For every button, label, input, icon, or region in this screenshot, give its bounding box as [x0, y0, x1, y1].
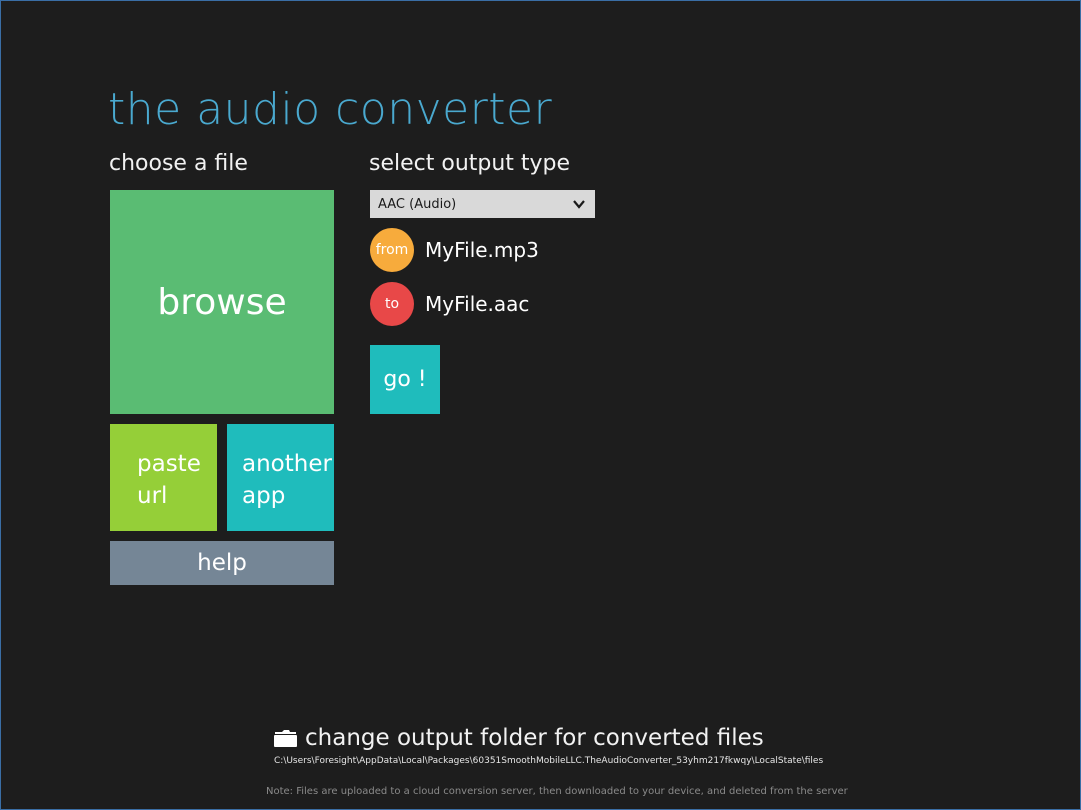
- app-title: the audio converter: [108, 84, 553, 135]
- chevron-down-icon: [573, 200, 585, 209]
- choose-file-label: choose a file: [109, 151, 248, 176]
- folder-icon: [274, 730, 297, 747]
- browse-label: browse: [157, 281, 287, 323]
- output-type-label: select output type: [369, 151, 571, 176]
- output-folder-path: C:\Users\Foresight\AppData\Local\Package…: [274, 756, 824, 766]
- cloud-conversion-note: Note: Files are uploaded to a cloud conv…: [266, 786, 848, 797]
- paste-url-tile-button[interactable]: paste url: [110, 424, 217, 531]
- paste-url-label-line2: url: [137, 483, 168, 509]
- another-app-label-line1: another: [242, 451, 332, 477]
- paste-url-label-line1: paste: [137, 451, 201, 477]
- another-app-tile-button[interactable]: another app: [227, 424, 334, 531]
- go-button[interactable]: go !: [370, 345, 440, 414]
- to-badge: to: [370, 282, 414, 326]
- change-output-folder-button[interactable]: change output folder for converted files: [274, 723, 764, 753]
- help-label: help: [197, 550, 247, 576]
- browse-tile-button[interactable]: browse: [110, 190, 334, 414]
- from-badge: from: [370, 228, 414, 272]
- another-app-label-line2: app: [242, 483, 286, 509]
- source-file-name: MyFile.mp3: [425, 238, 539, 262]
- output-type-select[interactable]: AAC (Audio): [370, 190, 595, 218]
- to-badge-label: to: [384, 296, 400, 312]
- help-tile-button[interactable]: help: [110, 541, 334, 585]
- go-label: go !: [383, 367, 427, 392]
- change-output-folder-label: change output folder for converted files: [305, 725, 764, 751]
- output-type-value: AAC (Audio): [378, 196, 457, 212]
- target-file-name: MyFile.aac: [425, 292, 530, 316]
- app-window: the audio converter choose a file browse…: [0, 0, 1081, 810]
- from-badge-label: from: [375, 242, 409, 258]
